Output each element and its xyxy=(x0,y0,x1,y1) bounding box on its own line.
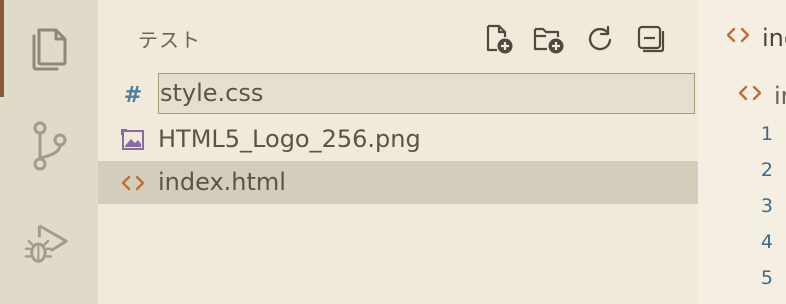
rename-input-value: style.css xyxy=(160,79,264,107)
html-file-icon xyxy=(738,84,762,106)
line-number: 5 xyxy=(760,267,773,289)
explorer-sidebar: テスト # style.css HTML5_Logo_256.png index… xyxy=(98,0,698,304)
explorer-title: テスト xyxy=(138,28,201,52)
collapse-all-icon xyxy=(637,25,665,53)
css-file-icon: # xyxy=(123,83,143,108)
editor-tab-label[interactable]: inc xyxy=(762,24,786,52)
refresh-icon xyxy=(588,25,612,51)
html-file-icon xyxy=(726,26,750,48)
new-file-button[interactable] xyxy=(482,22,516,56)
new-folder-button[interactable] xyxy=(532,22,566,56)
file-name: HTML5_Logo_256.png xyxy=(158,125,421,153)
collapse-all-button[interactable] xyxy=(634,22,668,56)
new-folder-icon xyxy=(533,27,564,54)
files-icon[interactable] xyxy=(24,24,72,72)
app-window: テスト # style.css HTML5_Logo_256.png index… xyxy=(0,0,786,304)
file-name: index.html xyxy=(158,168,286,196)
activity-bar xyxy=(0,0,98,304)
new-file-icon xyxy=(486,24,513,54)
file-row-index-html[interactable]: index.html xyxy=(98,161,698,204)
html-file-icon xyxy=(120,161,146,204)
file-row-png[interactable]: HTML5_Logo_256.png xyxy=(98,118,698,161)
line-number: 4 xyxy=(760,231,773,253)
editor-area: inc ir 1 2 3 4 5 xyxy=(698,0,786,304)
refresh-button[interactable] xyxy=(583,22,617,56)
line-number: 1 xyxy=(760,123,773,145)
active-indicator xyxy=(0,0,4,97)
breadcrumb[interactable]: ir xyxy=(774,82,786,110)
source-control-icon[interactable] xyxy=(24,121,72,171)
rename-input[interactable]: style.css xyxy=(158,73,695,114)
image-file-icon xyxy=(120,118,146,161)
line-number: 3 xyxy=(760,195,773,217)
line-number: 2 xyxy=(760,159,773,181)
run-debug-icon[interactable] xyxy=(24,220,72,268)
